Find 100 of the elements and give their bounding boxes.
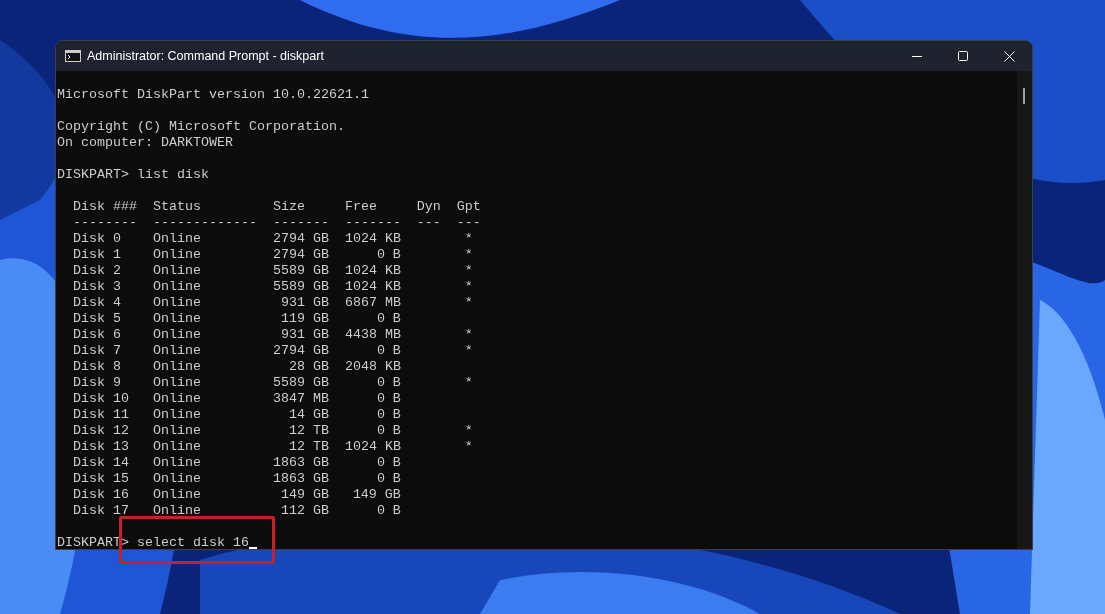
table-cell: Online [152, 503, 201, 518]
table-cell: Disk 16 [73, 487, 129, 502]
table-cell: 2794 GB [272, 247, 329, 262]
table-cell: * [464, 327, 473, 342]
table-cell: 4438 MB [344, 327, 401, 342]
window-title: Administrator: Command Prompt - diskpart [87, 47, 324, 65]
table-cell: 0 B [376, 343, 401, 358]
table-cell: 0 B [376, 423, 401, 438]
table-cell: * [464, 247, 473, 262]
table-cell: Disk 5 [73, 311, 121, 326]
console-line: Copyright (C) Microsoft Corporation. [57, 119, 345, 134]
column-header: Size [272, 199, 305, 214]
table-cell: Online [152, 295, 201, 310]
close-icon [1003, 50, 1015, 62]
column-header: Dyn [416, 199, 441, 214]
table-cell: Disk 12 [73, 423, 129, 438]
table-cell: 1863 GB [272, 455, 329, 470]
console-app-icon [65, 50, 81, 62]
column-header: Free [344, 199, 377, 214]
column-header: Disk ### [73, 199, 137, 214]
table-cell: 12 TB [288, 423, 329, 438]
scrollbar-thumb[interactable] [1023, 88, 1025, 104]
table-cell: Online [152, 279, 201, 294]
column-separator: -------- [73, 215, 137, 230]
table-cell: * [464, 295, 473, 310]
column-separator: ------- [344, 215, 401, 230]
table-cell: Disk 10 [73, 391, 129, 406]
table-cell: * [464, 279, 473, 294]
table-cell: Disk 11 [73, 407, 129, 422]
column-separator: --- [456, 215, 481, 230]
table-cell: 2794 GB [272, 231, 329, 246]
table-cell: Disk 3 [73, 279, 121, 294]
console-line: DISKPART> list disk [57, 167, 209, 182]
column-header: Status [152, 199, 201, 214]
table-cell: Disk 2 [73, 263, 121, 278]
table-cell: 0 B [376, 247, 401, 262]
table-cell: Online [152, 247, 201, 262]
table-cell: * [464, 439, 473, 454]
table-cell: Disk 14 [73, 455, 129, 470]
table-cell: Online [152, 263, 201, 278]
column-separator: ------------- [152, 215, 257, 230]
minimize-icon [912, 55, 922, 57]
table-cell: Online [152, 455, 201, 470]
table-cell: Disk 13 [73, 439, 129, 454]
table-cell: 5589 GB [272, 263, 329, 278]
table-cell: * [464, 263, 473, 278]
table-cell: * [464, 423, 473, 438]
table-cell: 2794 GB [272, 343, 329, 358]
table-cell: Online [152, 471, 201, 486]
table-cell: 5589 GB [272, 279, 329, 294]
console-line: On computer: DARKTOWER [57, 135, 233, 150]
table-cell: 1024 KB [344, 263, 401, 278]
table-cell: Disk 7 [73, 343, 121, 358]
table-cell: Online [152, 327, 201, 342]
text-cursor [248, 547, 257, 549]
table-cell: 2048 KB [344, 359, 401, 374]
table-cell: 0 B [376, 375, 401, 390]
table-cell: Disk 6 [73, 327, 121, 342]
table-cell: Online [152, 231, 201, 246]
table-cell: 149 GB [280, 487, 329, 502]
table-cell: 0 B [376, 391, 401, 406]
column-separator: ------- [272, 215, 329, 230]
table-cell: 1024 KB [344, 279, 401, 294]
table-cell: 149 GB [352, 487, 401, 502]
table-cell: Online [152, 407, 201, 422]
table-cell: 931 GB [280, 295, 329, 310]
table-cell: 0 B [376, 471, 401, 486]
table-cell: Disk 4 [73, 295, 121, 310]
table-cell: 1024 KB [344, 439, 401, 454]
table-cell: Online [152, 359, 201, 374]
table-cell: Online [152, 439, 201, 454]
table-cell: Disk 15 [73, 471, 129, 486]
table-cell: 1024 KB [344, 231, 401, 246]
table-cell: 119 GB [280, 311, 329, 326]
table-cell: Disk 8 [73, 359, 121, 374]
table-cell: 0 B [376, 503, 401, 518]
table-cell: Online [152, 391, 201, 406]
table-cell: 14 GB [288, 407, 329, 422]
table-cell: 0 B [376, 455, 401, 470]
table-cell: * [464, 343, 473, 358]
table-cell: 3847 MB [272, 391, 329, 406]
table-cell: 931 GB [280, 327, 329, 342]
table-cell: 1863 GB [272, 471, 329, 486]
table-cell: Disk 1 [73, 247, 121, 262]
table-cell: 112 GB [280, 503, 329, 518]
table-cell: Online [152, 375, 201, 390]
table-cell: Online [152, 311, 201, 326]
table-cell: Online [152, 487, 201, 502]
table-cell: 12 TB [288, 439, 329, 454]
table-cell: 28 GB [288, 359, 329, 374]
table-cell: 5589 GB [272, 375, 329, 390]
table-cell: 6867 MB [344, 295, 401, 310]
table-cell: Disk 9 [73, 375, 121, 390]
table-cell: 0 B [376, 407, 401, 422]
table-cell: Online [152, 423, 201, 438]
console-line: Microsoft DiskPart version 10.0.22621.1 [57, 87, 369, 102]
maximize-icon [958, 51, 968, 61]
table-cell: * [464, 231, 473, 246]
column-separator: --- [416, 215, 441, 230]
table-cell: Disk 0 [73, 231, 121, 246]
